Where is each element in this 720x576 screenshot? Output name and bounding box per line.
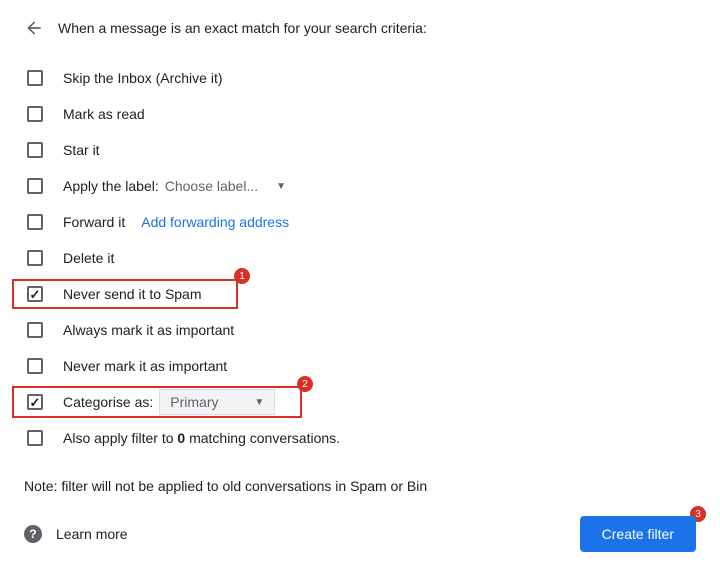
category-dropdown-value: Primary	[170, 394, 218, 410]
filter-create-panel: When a message is an exact match for you…	[0, 0, 720, 576]
label-categorise: Categorise as:	[63, 394, 153, 410]
option-also-apply: Also apply filter to 0 matching conversa…	[24, 420, 696, 456]
option-always-important: Always mark it as important	[24, 312, 696, 348]
caret-down-icon: ▼	[276, 181, 286, 192]
create-filter-button[interactable]: Create filter	[580, 516, 696, 552]
option-mark-read: Mark as read	[24, 96, 696, 132]
category-dropdown[interactable]: Primary ▼	[159, 389, 275, 415]
option-skip-inbox: Skip the Inbox (Archive it)	[24, 60, 696, 96]
option-forward: Forward it Add forwarding address	[24, 204, 696, 240]
label-forward: Forward it	[63, 214, 125, 230]
learn-more-link[interactable]: Learn more	[56, 526, 128, 542]
checkbox-skip-inbox[interactable]	[27, 70, 43, 86]
label-also-apply: Also apply filter to 0 matching conversa…	[63, 430, 340, 446]
help-section: ? Learn more	[24, 525, 128, 543]
checkbox-delete[interactable]	[27, 250, 43, 266]
label-dropdown[interactable]: Choose label... ▼	[165, 178, 286, 194]
label-never-important: Never mark it as important	[63, 358, 227, 374]
header-row: When a message is an exact match for you…	[24, 18, 696, 38]
checkbox-apply-label[interactable]	[27, 178, 43, 194]
create-filter-wrap: 3 Create filter	[580, 516, 696, 552]
label-mark-read: Mark as read	[63, 106, 145, 122]
label-delete: Delete it	[63, 250, 114, 266]
link-add-forwarding[interactable]: Add forwarding address	[141, 214, 289, 230]
checkbox-also-apply[interactable]	[27, 430, 43, 446]
label-dropdown-value: Choose label...	[165, 178, 258, 194]
also-apply-suffix: matching conversations.	[185, 430, 340, 446]
checkbox-categorise[interactable]	[27, 394, 43, 410]
also-apply-prefix: Also apply filter to	[63, 430, 177, 446]
label-never-spam: Never send it to Spam	[63, 286, 202, 302]
back-arrow-icon[interactable]	[24, 18, 44, 38]
label-skip-inbox: Skip the Inbox (Archive it)	[63, 70, 223, 86]
label-star: Star it	[63, 142, 100, 158]
option-apply-label: Apply the label: Choose label... ▼	[24, 168, 696, 204]
footer-row: ? Learn more 3 Create filter	[24, 516, 696, 552]
option-never-important: Never mark it as important	[24, 348, 696, 384]
checkbox-star[interactable]	[27, 142, 43, 158]
help-icon[interactable]: ?	[24, 525, 42, 543]
checkbox-never-spam[interactable]	[27, 286, 43, 302]
note-text: Note: filter will not be applied to old …	[24, 478, 696, 494]
checkbox-always-important[interactable]	[27, 322, 43, 338]
label-apply-label: Apply the label:	[63, 178, 159, 194]
option-delete: Delete it	[24, 240, 696, 276]
checkbox-never-important[interactable]	[27, 358, 43, 374]
header-title: When a message is an exact match for you…	[58, 20, 427, 36]
caret-down-icon: ▼	[254, 397, 264, 408]
label-always-important: Always mark it as important	[63, 322, 234, 338]
option-star: Star it	[24, 132, 696, 168]
option-never-spam: 1 Never send it to Spam	[24, 276, 696, 312]
option-categorise: 2 Categorise as: Primary ▼	[24, 384, 696, 420]
checkbox-mark-read[interactable]	[27, 106, 43, 122]
checkbox-forward[interactable]	[27, 214, 43, 230]
